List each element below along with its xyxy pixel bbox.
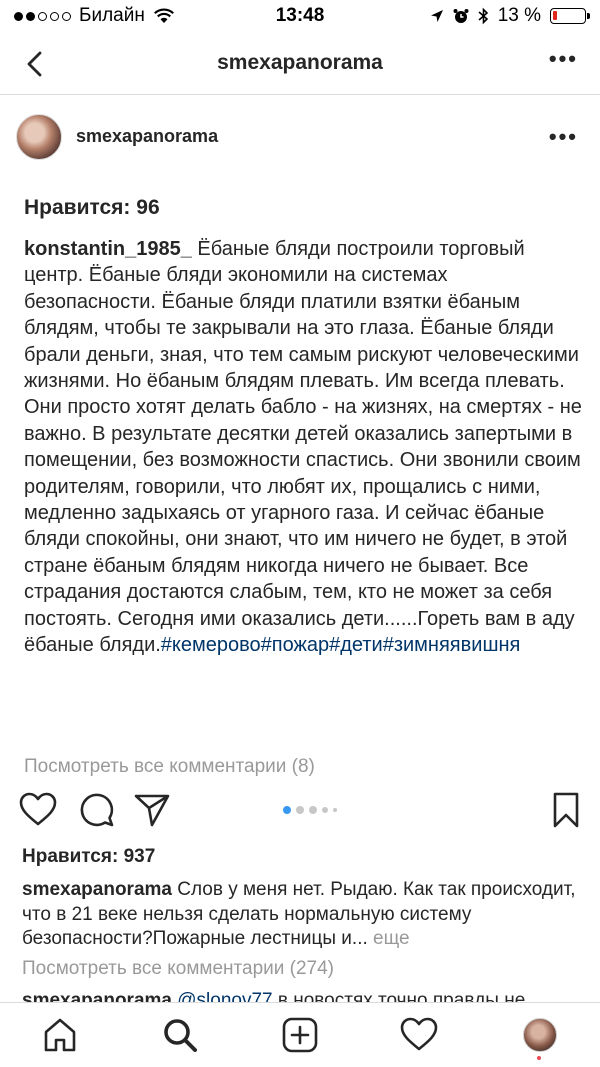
add-post-icon: [282, 1017, 318, 1053]
tab-home[interactable]: [40, 1015, 80, 1055]
caption-text: Ёбаные бляди построили торговый центр. Ё…: [24, 238, 582, 657]
like-button[interactable]: [18, 790, 58, 830]
tab-search[interactable]: [160, 1015, 200, 1055]
feed-likes-count[interactable]: Нравится: 937: [22, 846, 155, 868]
partial-comment-author[interactable]: smexapanorama: [22, 990, 172, 1002]
carousel-indicator: [283, 806, 337, 814]
status-icons: 13 %: [430, 5, 590, 27]
caption-hashtags[interactable]: #кемерово#пожар#дети#зимняявишня: [161, 634, 521, 656]
carousel-dot: [309, 806, 317, 814]
carousel-dot: [296, 806, 304, 814]
ellipsis-icon: •••: [548, 124, 578, 149]
heart-icon: [19, 792, 57, 826]
share-button[interactable]: [132, 790, 172, 830]
feed-caption: smexapanorama Слов у меня нет. Рыдаю. Ка…: [22, 878, 578, 952]
heart-icon: [400, 1017, 438, 1051]
post-username[interactable]: smexapanorama: [76, 126, 218, 147]
partial-comment-text: в новостях точно правды не: [272, 990, 526, 1002]
carousel-dot-active: [283, 806, 291, 814]
comment-button[interactable]: [76, 790, 116, 830]
status-bar: Билайн 13:48 13 %: [0, 0, 600, 34]
tab-profile-avatar[interactable]: [523, 1018, 557, 1052]
battery-level: [553, 11, 557, 20]
bookmark-icon: [553, 792, 579, 828]
save-button[interactable]: [546, 790, 586, 830]
carousel-dot: [333, 808, 337, 812]
battery-percent: 13 %: [497, 5, 541, 26]
ellipsis-icon: •••: [548, 46, 578, 71]
caption-author[interactable]: konstantin_1985_: [24, 238, 192, 260]
page-title: smexapanorama: [217, 51, 383, 74]
alarm-clock-icon: [453, 9, 469, 23]
send-icon: [134, 794, 170, 827]
notification-dot: [537, 1056, 541, 1060]
post-caption: konstantin_1985_ Ёбаные бляди построили …: [24, 236, 582, 659]
post-likes-count[interactable]: Нравится: 96: [24, 196, 160, 220]
partial-comment-mention[interactable]: @slonov77: [172, 990, 272, 1002]
battery-icon: [550, 8, 590, 24]
view-all-comments-link[interactable]: Посмотреть все комментарии (8): [24, 756, 315, 776]
feed-view-all-comments-link[interactable]: Посмотреть все комментарии (274): [22, 958, 334, 980]
bluetooth-icon: [478, 7, 488, 25]
post-options-button[interactable]: •••: [549, 124, 578, 150]
carousel-dot: [322, 807, 328, 813]
comment-icon: [80, 793, 114, 827]
more-options-button[interactable]: •••: [549, 46, 578, 72]
location-arrow-icon: [430, 10, 443, 22]
tab-new-post[interactable]: [280, 1015, 320, 1055]
home-icon: [44, 1018, 76, 1052]
more-link[interactable]: еще: [368, 928, 410, 949]
tab-activity[interactable]: [399, 1015, 439, 1055]
search-icon: [164, 1019, 197, 1052]
navigation-bar: smexapanorama •••: [0, 34, 600, 95]
post-header: smexapanorama •••: [0, 110, 600, 166]
partial-comment: smexapanorama @slonov77 в новостях точно…: [22, 990, 578, 1002]
post-action-bar: [0, 788, 600, 834]
bottom-tab-bar: [0, 1002, 600, 1067]
avatar[interactable]: [16, 114, 62, 160]
comment-author[interactable]: smexapanorama: [22, 879, 172, 900]
